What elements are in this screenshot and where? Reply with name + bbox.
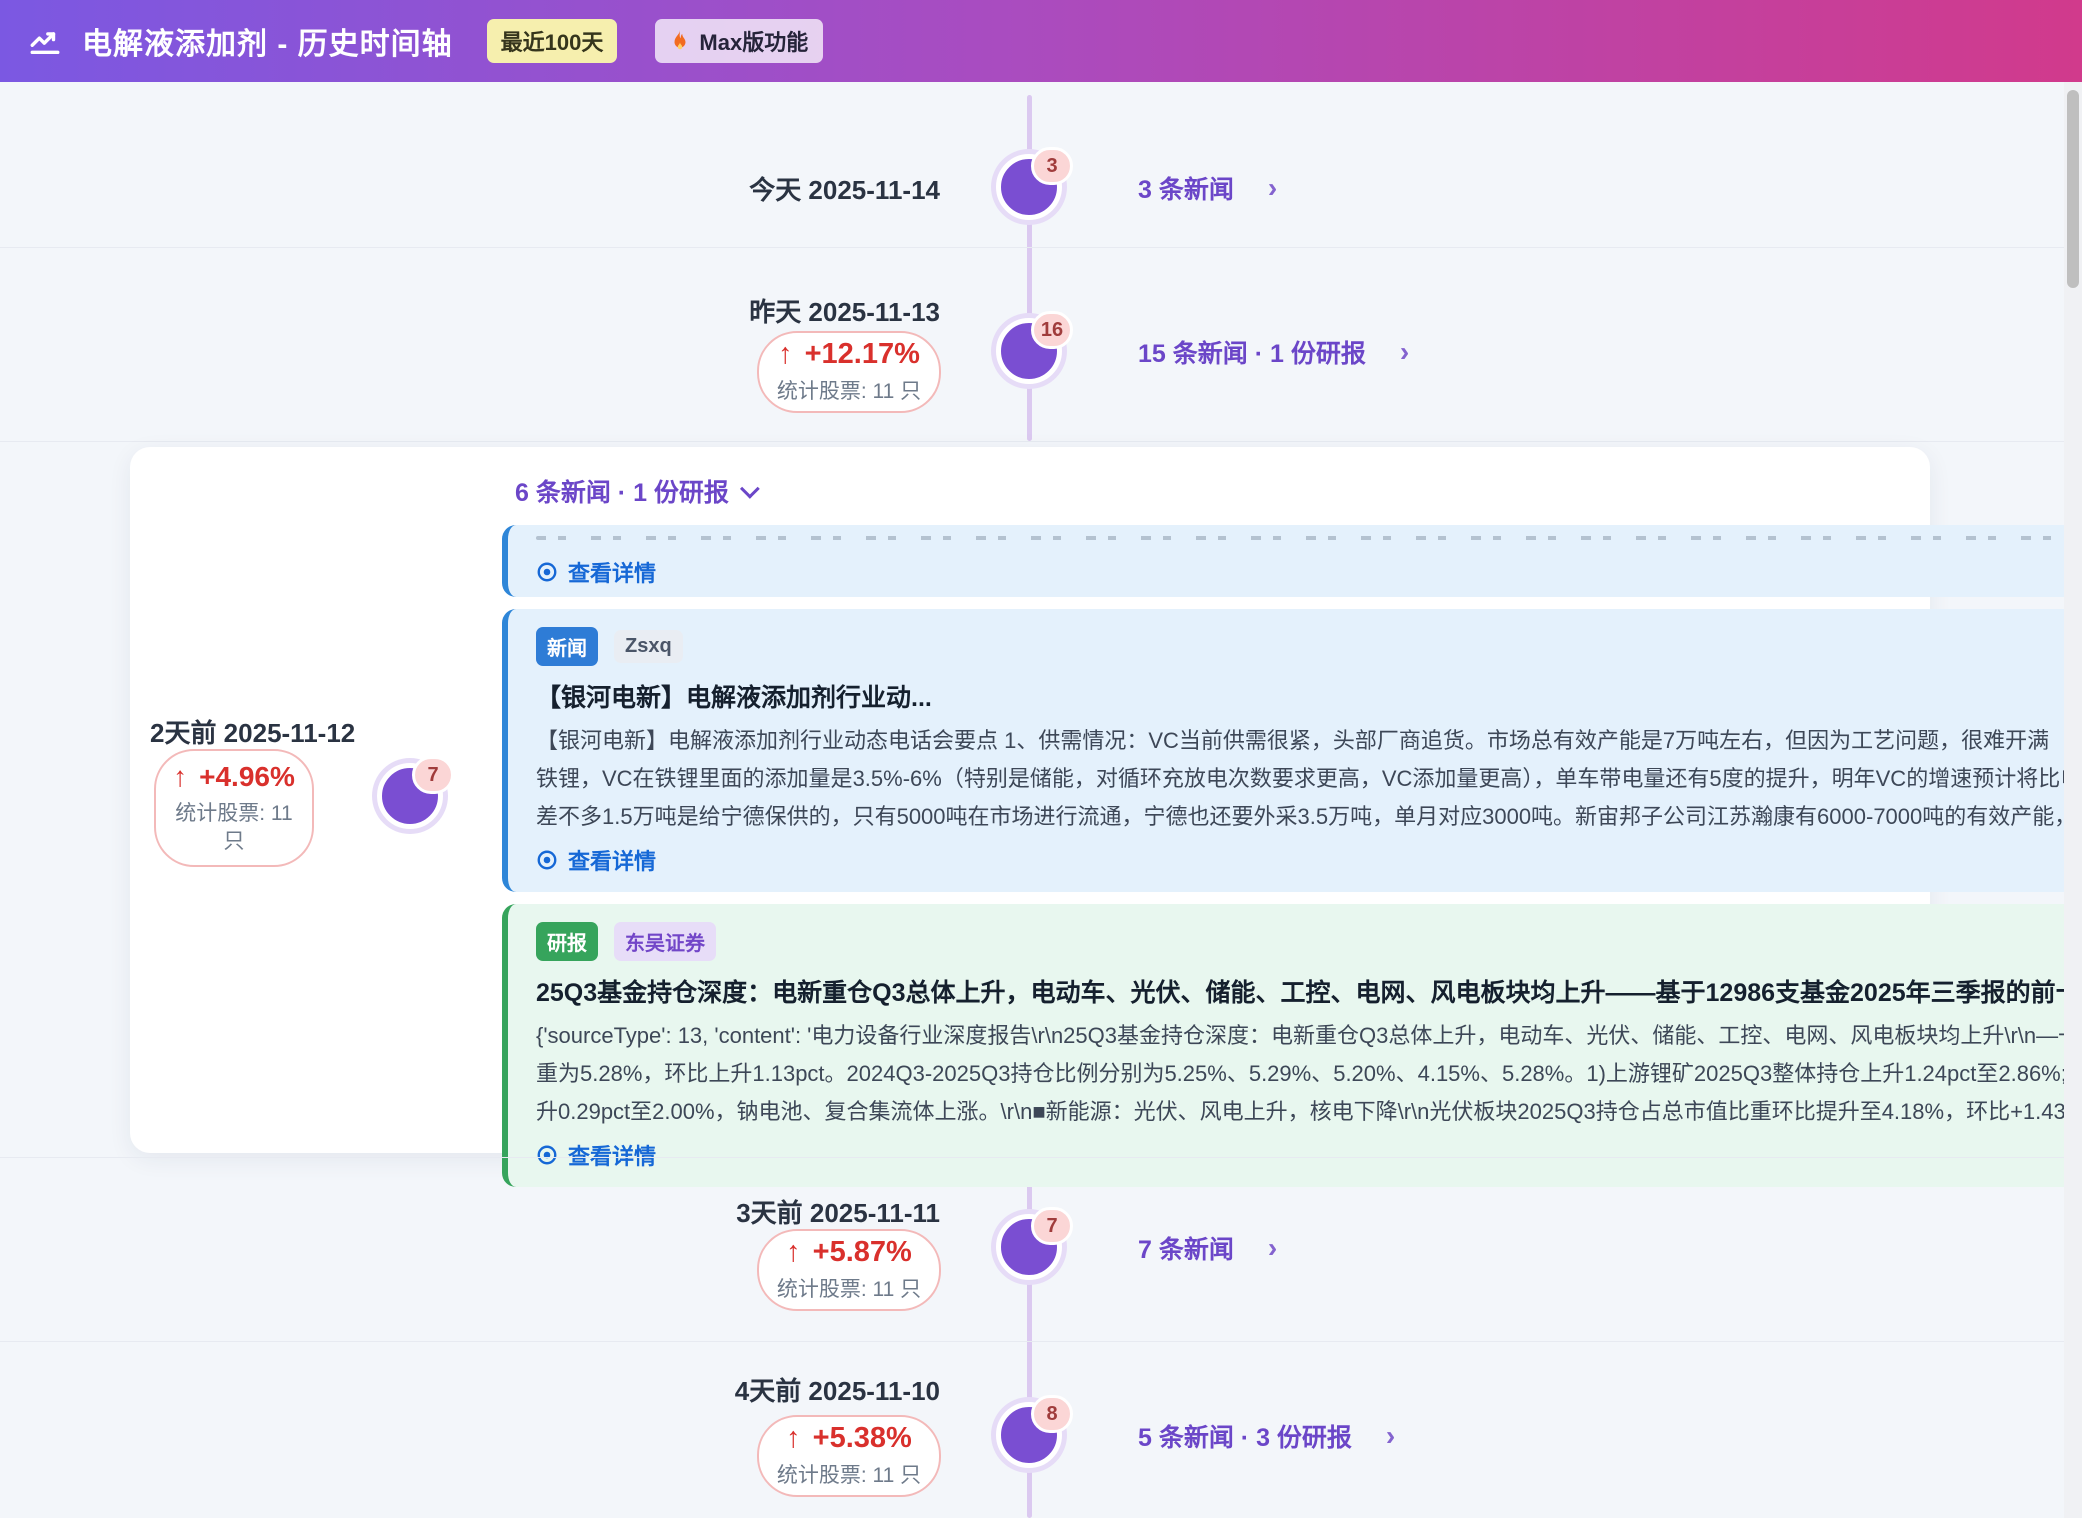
chevron-down-icon <box>740 479 760 499</box>
change-stat-pill: ↑ +12.17% 统计股票: 11 只 <box>757 331 941 413</box>
timeline-entry-2025-11-13: 昨天 2025-11-13 ↑ +12.17% 统计股票: 11 只 16 15 … <box>0 247 2082 441</box>
view-details-link[interactable]: 查看详情 <box>536 844 2082 876</box>
timeline-entry-2025-11-12: 6 条新闻 · 1 份研报 2天前 2025-11-12 ↑ +4.96% 统计股… <box>0 441 2082 1157</box>
scrollbar-track[interactable] <box>2064 82 2082 1518</box>
entry-summary-link[interactable]: 15 条新闻 · 1 份研报 › <box>1138 334 1409 370</box>
timeline-entry-2025-11-11: 3天前 2025-11-11 ↑ +5.87% 统计股票: 11 只 7 7 条新… <box>0 1157 2082 1341</box>
change-percent: +5.87% <box>813 1236 912 1268</box>
stocks-count-label: 统计股票: 11 只 <box>759 1276 939 1304</box>
up-arrow-icon: ↑ <box>778 338 793 370</box>
source-badge: Zsxq <box>614 630 683 663</box>
news-card-list: 查看详情 新闻 Zsxq 【银河电新】电解液添加剂行业动... 【银河电新】电解… <box>502 525 2082 1187</box>
entry-date-label: 昨天 2025-11-13 <box>640 292 940 329</box>
timeline-entry-2025-11-14: 今天 2025-11-14 3 3 条新闻 › <box>0 86 2082 247</box>
news-card-clipped: 查看详情 <box>502 525 2082 597</box>
entry-date-label: 2天前 2025-11-12 <box>150 713 326 750</box>
report-body: {'sourceType': 13, 'content': '电力设备行业深度报… <box>536 1017 2082 1131</box>
change-stat-pill: ↑ +5.38% 统计股票: 11 只 <box>757 1415 941 1497</box>
timeline-node[interactable]: 7 <box>996 1214 1062 1280</box>
date-range-badge: 最近100天 <box>487 19 618 63</box>
up-arrow-icon: ↑ <box>786 1236 801 1268</box>
timeline-node[interactable]: 7 <box>377 763 443 829</box>
news-title: 【银河电新】电解液添加剂行业动... <box>536 678 2082 714</box>
scrollbar-thumb[interactable] <box>2067 90 2079 288</box>
chevron-right-icon: › <box>1386 1420 1395 1452</box>
news-count-badge: 7 <box>1031 1207 1073 1245</box>
page-title: 电解液添加剂 - 历史时间轴 <box>82 19 453 63</box>
report-card: 研报 东吴证券 25Q3基金持仓深度：电新重仓Q3总体上升，电动车、光伏、储能、… <box>502 904 2082 1187</box>
view-details-link[interactable]: 查看详情 <box>536 556 2082 588</box>
stocks-count-label: 统计股票: 11 只 <box>156 800 312 856</box>
up-arrow-icon: ↑ <box>786 1422 801 1454</box>
chevron-right-icon: › <box>1268 1232 1277 1264</box>
change-percent: +12.17% <box>805 338 920 370</box>
clipped-text-fragment <box>536 536 2082 540</box>
type-badge-news: 新闻 <box>536 627 598 666</box>
type-badge-report: 研报 <box>536 922 598 961</box>
max-feature-badge: Max版功能 <box>655 19 823 63</box>
expanded-summary-toggle[interactable]: 6 条新闻 · 1 份研报 <box>515 473 759 509</box>
entry-date-label: 今天 2025-11-14 <box>640 170 940 207</box>
stocks-count-label: 统计股票: 11 只 <box>759 1462 939 1490</box>
eye-icon <box>536 561 558 583</box>
news-count-badge: 8 <box>1031 1395 1073 1433</box>
news-count-badge: 16 <box>1031 311 1073 349</box>
change-percent: +4.96% <box>199 761 295 792</box>
entry-date-label: 4天前 2025-11-10 <box>640 1371 940 1408</box>
timeline: 今天 2025-11-14 3 3 条新闻 › 昨天 2025-11-13 ↑ +… <box>0 82 2082 1518</box>
news-card: 新闻 Zsxq 【银河电新】电解液添加剂行业动... 【银河电新】电解液添加剂行… <box>502 609 2082 892</box>
change-stat-pill: ↑ +4.96% 统计股票: 11 只 <box>154 749 314 867</box>
change-percent: +5.38% <box>813 1422 912 1454</box>
page-header: 电解液添加剂 - 历史时间轴 最近100天 Max版功能 <box>0 0 2082 82</box>
trending-up-chart-icon <box>26 22 64 60</box>
report-title: 25Q3基金持仓深度：电新重仓Q3总体上升，电动车、光伏、储能、工控、电网、风电… <box>536 973 2082 1009</box>
entry-summary-link[interactable]: 7 条新闻 › <box>1138 1230 1277 1266</box>
eye-icon <box>536 849 558 871</box>
news-body: 【银河电新】电解液添加剂行业动态电话会要点 1、供需情况：VC当前供需很紧，头部… <box>536 722 2082 836</box>
expanded-day-card: 6 条新闻 · 1 份研报 2天前 2025-11-12 ↑ +4.96% 统计股… <box>130 447 1930 1153</box>
up-arrow-icon: ↑ <box>173 761 187 792</box>
timeline-entry-2025-11-10: 4天前 2025-11-10 ↑ +5.38% 统计股票: 11 只 8 5 条新… <box>0 1341 2082 1518</box>
chevron-right-icon: › <box>1400 336 1409 368</box>
timeline-node[interactable]: 16 <box>996 318 1062 384</box>
news-count-badge: 3 <box>1031 147 1073 185</box>
timeline-node[interactable]: 8 <box>996 1402 1062 1468</box>
entry-date-label: 3天前 2025-11-11 <box>640 1193 940 1230</box>
timeline-node[interactable]: 3 <box>996 154 1062 220</box>
source-badge: 东吴证券 <box>614 922 716 961</box>
news-count-badge: 7 <box>412 756 454 794</box>
entry-summary-link[interactable]: 3 条新闻 › <box>1138 170 1277 206</box>
entry-summary-link[interactable]: 5 条新闻 · 3 份研报 › <box>1138 1418 1395 1454</box>
stocks-count-label: 统计股票: 11 只 <box>759 378 939 406</box>
fire-icon <box>670 30 690 52</box>
chevron-right-icon: › <box>1268 172 1277 204</box>
change-stat-pill: ↑ +5.87% 统计股票: 11 只 <box>757 1229 941 1311</box>
